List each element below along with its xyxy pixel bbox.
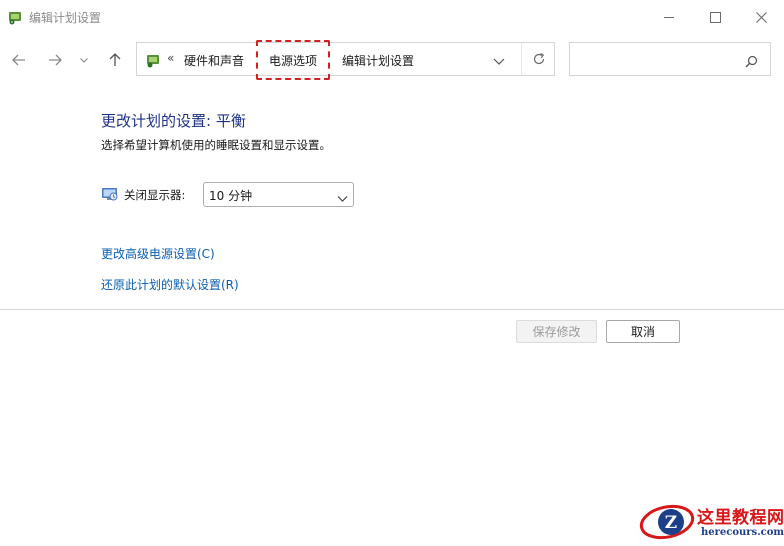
monitor-icon [101,186,119,202]
restore-defaults-link[interactable]: 还原此计划的默认设置(R) [101,276,239,293]
maximize-button[interactable] [692,0,738,34]
minimize-button[interactable] [646,0,692,34]
minimize-icon [664,16,674,18]
arrow-left-icon [12,54,25,66]
display-off-select[interactable]: 10 分钟 [203,182,354,207]
cancel-button[interactable]: 取消 [606,320,680,343]
arrow-up-icon [109,53,121,66]
up-button[interactable] [103,48,127,72]
address-dropdown-button[interactable] [492,53,506,67]
svg-text:Z: Z [665,513,677,533]
back-button[interactable] [7,48,31,72]
maximize-icon [709,11,721,23]
window-title: 编辑计划设置 [29,11,102,25]
save-changes-button[interactable]: 保存修改 [516,320,597,343]
display-off-label: 关闭显示器: [124,188,186,202]
chevron-down-icon [493,58,505,65]
breadcrumb-hardware-sound[interactable]: 硬件和声音 [184,52,244,69]
watermark: Z 这里教程网 herecours.com [637,498,784,545]
page-description: 选择希望计算机使用的睡眠设置和显示设置。 [101,138,331,152]
breadcrumb-overflow[interactable]: « [167,51,174,65]
highlight-box [256,40,330,80]
watermark-text: 这里教程网 [697,508,784,528]
advanced-power-settings-link[interactable]: 更改高级电源设置(C) [101,245,215,262]
power-options-icon [7,9,23,25]
title-bar: 编辑计划设置 [0,0,784,34]
address-bar[interactable]: « 硬件和声音 电源选项 编辑计划设置 [136,40,556,80]
refresh-button[interactable] [521,43,556,75]
breadcrumb-edit-plan[interactable]: 编辑计划设置 [342,52,414,69]
watermark-url: herecours.com [701,527,784,538]
close-icon [755,11,767,23]
search-icon [745,53,758,68]
search-input[interactable] [569,42,771,76]
chevron-down-icon [337,189,348,202]
watermark-logo-icon: Z [637,500,695,542]
arrow-right-icon [49,54,62,66]
page-title: 更改计划的设置: 平衡 [101,112,246,130]
divider [0,309,784,310]
refresh-icon [533,52,545,65]
power-options-icon [145,52,161,68]
close-button[interactable] [738,0,784,34]
chevron-down-icon [80,57,88,63]
recent-locations-button[interactable] [74,48,94,72]
display-off-value: 10 分钟 [209,189,253,203]
forward-button[interactable] [43,48,67,72]
